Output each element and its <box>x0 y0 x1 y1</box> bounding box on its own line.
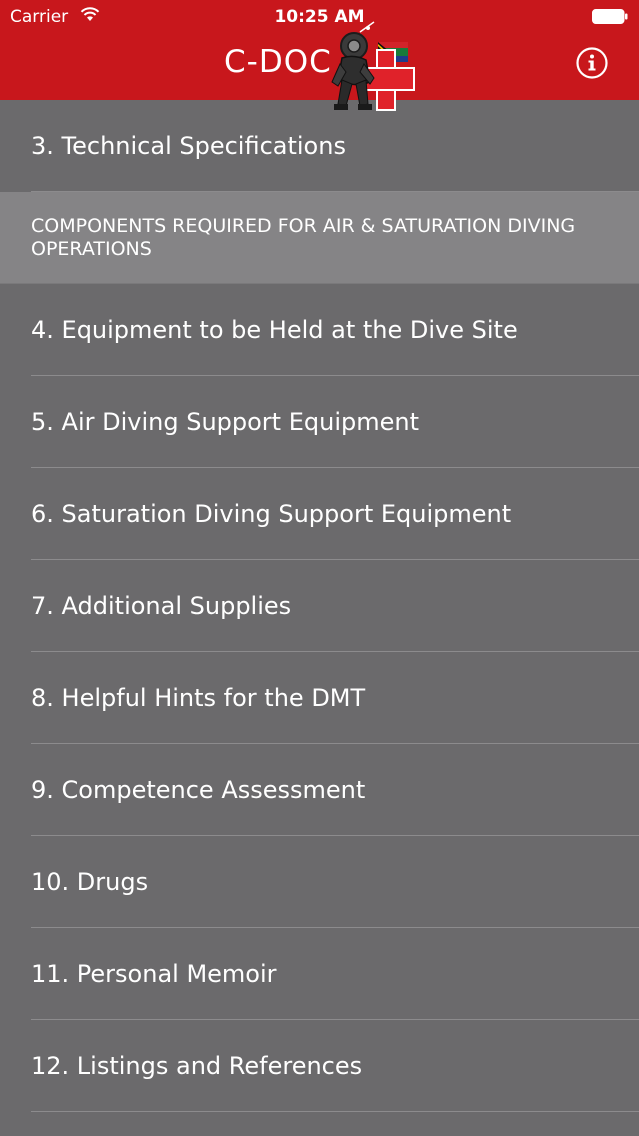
list-item[interactable]: 10. Drugs <box>0 836 639 928</box>
list-item-label: 11. Personal Memoir <box>31 960 277 988</box>
list-item-label: 12. Listings and References <box>31 1052 363 1080</box>
list-item[interactable]: 8. Helpful Hints for the DMT <box>0 652 639 744</box>
list-item-label: 4. Equipment to be Held at the Dive Site <box>31 316 518 344</box>
list-item[interactable]: 12. Listings and References <box>0 1020 639 1112</box>
list-item-label: 9. Competence Assessment <box>31 776 366 804</box>
list-item-label: 10. Drugs <box>31 868 149 896</box>
list-item-label: 8. Helpful Hints for the DMT <box>31 684 366 712</box>
section-header-label: COMPONENTS REQUIRED FOR AIR & SATURATION… <box>31 215 576 260</box>
info-icon[interactable] <box>576 47 608 79</box>
app-screen: Carrier 10:25 AM C-DOC 3. Technical Spec… <box>0 0 639 1136</box>
list-item-label: 7. Additional Supplies <box>31 592 292 620</box>
list-item[interactable]: 11. Personal Memoir <box>0 928 639 1020</box>
list-item-label: 5. Air Diving Support Equipment <box>31 408 419 436</box>
app-title: C-DOC <box>224 44 332 80</box>
navigation-bar: Carrier 10:25 AM C-DOC <box>0 0 639 111</box>
list-item[interactable]: 3. Technical Specifications <box>0 100 639 192</box>
list-item[interactable]: 7. Additional Supplies <box>0 560 639 652</box>
list-item[interactable]: 6. Saturation Diving Support Equipment <box>0 468 639 560</box>
list-item[interactable]: 4. Equipment to be Held at the Dive Site <box>0 284 639 376</box>
chapter-list: 3. Technical Specifications COMPONENTS R… <box>0 100 639 1136</box>
list-item-label: 6. Saturation Diving Support Equipment <box>31 500 512 528</box>
list-item-label: 3. Technical Specifications <box>31 132 346 160</box>
clock-label: 10:25 AM <box>274 7 365 27</box>
battery-icon <box>592 9 628 24</box>
status-bar: Carrier 10:25 AM <box>0 0 639 34</box>
section-header: COMPONENTS REQUIRED FOR AIR & SATURATION… <box>0 192 639 284</box>
list-item[interactable]: 9. Competence Assessment <box>0 744 639 836</box>
list-item[interactable]: 5. Air Diving Support Equipment <box>0 376 639 468</box>
